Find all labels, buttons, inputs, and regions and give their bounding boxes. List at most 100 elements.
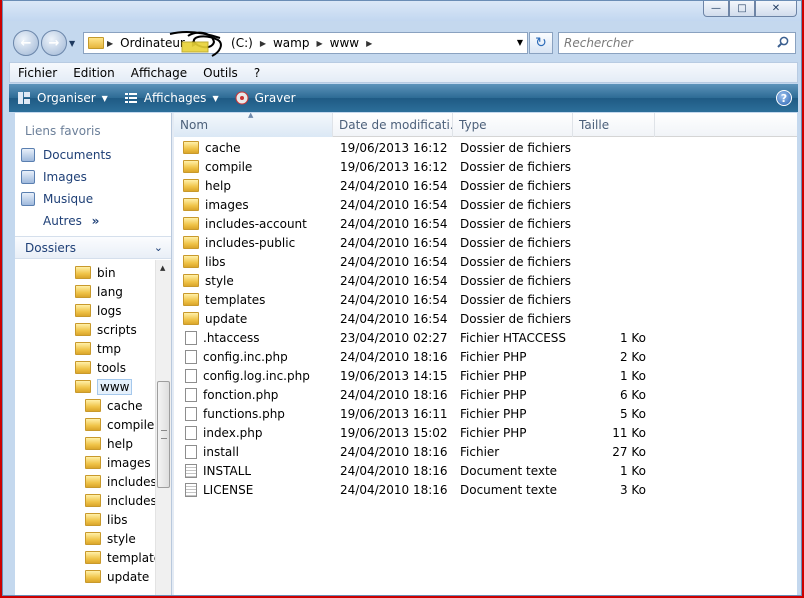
address-dropdown-icon[interactable]: ▼ bbox=[517, 38, 523, 47]
menu-view[interactable]: Affichage bbox=[123, 66, 195, 80]
breadcrumb-drive[interactable]: (C:) bbox=[201, 36, 257, 50]
table-row[interactable]: LICENSE 24/04/2010 18:16 Document texte 3 K… bbox=[174, 480, 797, 499]
folder-icon bbox=[85, 456, 101, 469]
file-name: includes-public bbox=[205, 235, 296, 250]
table-row[interactable]: update 24/04/2010 16:54 Dossier de fichier… bbox=[174, 309, 797, 328]
breadcrumb-wamp[interactable]: wamp bbox=[269, 36, 313, 50]
tree-item[interactable]: images bbox=[85, 453, 151, 472]
cell-name: images bbox=[183, 195, 333, 214]
minimize-button[interactable]: — bbox=[703, 1, 729, 17]
cell-date: 24/04/2010 16:54 bbox=[340, 273, 448, 288]
breadcrumb-computer[interactable]: Ordinateur bbox=[116, 36, 189, 50]
search-input[interactable] bbox=[559, 33, 769, 53]
forward-button[interactable]: → bbox=[41, 30, 67, 56]
search-icon[interactable] bbox=[777, 36, 789, 48]
column-type[interactable]: Type bbox=[453, 113, 573, 137]
column-size[interactable]: Taille bbox=[573, 113, 655, 137]
maximize-button[interactable]: □ bbox=[729, 1, 755, 17]
table-row[interactable]: index.php 19/06/2013 15:02 Fichier PHP 11 K… bbox=[174, 423, 797, 442]
explorer-window: — □ ✕ ← → ▼ ▶ Ordinateur ▶ (C:) ▶ wamp ▶… bbox=[2, 0, 802, 596]
cell-date: 19/06/2013 14:15 bbox=[340, 368, 448, 383]
caret-down-icon: ▼ bbox=[212, 93, 219, 103]
tree-item[interactable]: update bbox=[85, 567, 149, 586]
menu-file[interactable]: Fichier bbox=[10, 66, 65, 80]
views-button[interactable]: Affichages ▼ bbox=[116, 91, 227, 105]
tree-item[interactable]: compile bbox=[85, 415, 154, 434]
chevron-down-icon[interactable]: ⌄ bbox=[154, 241, 163, 254]
minimize-icon: — bbox=[711, 2, 721, 14]
table-row[interactable]: style 24/04/2010 16:54 Dossier de fichiers bbox=[174, 271, 797, 290]
tree-item[interactable]: www bbox=[75, 377, 133, 396]
organize-button[interactable]: Organiser ▼ bbox=[9, 91, 116, 105]
table-row[interactable]: cache 19/06/2013 16:12 Dossier de fichiers bbox=[174, 138, 797, 157]
column-name[interactable]: Nom ▲ bbox=[174, 113, 333, 137]
tree-item-label: update bbox=[107, 569, 150, 584]
favorite-music[interactable]: Musique bbox=[21, 190, 93, 208]
table-row[interactable]: includes-public 24/04/2010 16:54 Dossier d… bbox=[174, 233, 797, 252]
table-row[interactable]: functions.php 19/06/2013 16:11 Fichier PHP… bbox=[174, 404, 797, 423]
table-row[interactable]: fonction.php 24/04/2010 18:16 Fichier PHP 6… bbox=[174, 385, 797, 404]
tree-item[interactable]: bin bbox=[75, 263, 116, 282]
table-row[interactable]: INSTALL 24/04/2010 18:16 Document texte 1 K… bbox=[174, 461, 797, 480]
refresh-button[interactable]: ↻ bbox=[529, 32, 553, 54]
tree-item[interactable]: includes- bbox=[85, 491, 155, 510]
column-label: Type bbox=[459, 118, 487, 132]
chevron-right-icon[interactable]: ▶ bbox=[363, 39, 375, 48]
chevron-right-icon[interactable]: ▶ bbox=[104, 39, 116, 48]
title-bar[interactable]: — □ ✕ bbox=[3, 1, 801, 21]
history-dropdown-icon[interactable]: ▼ bbox=[69, 39, 75, 48]
cell-type: Dossier de fichiers bbox=[460, 159, 572, 174]
tree-item[interactable]: scripts bbox=[75, 320, 137, 339]
table-row[interactable]: libs 24/04/2010 16:54 Dossier de fichiers bbox=[174, 252, 797, 271]
back-button[interactable]: ← bbox=[13, 30, 39, 56]
menu-edit[interactable]: Edition bbox=[65, 66, 123, 80]
cell-size bbox=[580, 233, 646, 252]
table-row[interactable]: .htaccess 23/04/2010 02:27 Fichier HTACCES… bbox=[174, 328, 797, 347]
scrollbar-thumb[interactable] bbox=[157, 381, 170, 488]
folders-header[interactable]: Dossiers ⌄ bbox=[15, 237, 171, 259]
table-row[interactable]: images 24/04/2010 16:54 Dossier de fichier… bbox=[174, 195, 797, 214]
column-label: Nom bbox=[180, 118, 209, 132]
chevron-right-icon[interactable]: ▶ bbox=[313, 39, 325, 48]
table-row[interactable]: templates 24/04/2010 16:54 Dossier de fich… bbox=[174, 290, 797, 309]
menu-help[interactable]: ? bbox=[246, 66, 268, 80]
cell-size bbox=[580, 271, 646, 290]
tree-item[interactable]: lang bbox=[75, 282, 123, 301]
folder-icon bbox=[183, 217, 199, 230]
chevron-right-icon[interactable]: ▶ bbox=[257, 39, 269, 48]
column-date[interactable]: Date de modificati... bbox=[333, 113, 453, 137]
favorites-title: Liens favoris bbox=[25, 124, 101, 138]
favorite-documents[interactable]: Documents bbox=[21, 146, 111, 164]
table-row[interactable]: includes-account 24/04/2010 16:54 Dossier … bbox=[174, 214, 797, 233]
favorites-more-link[interactable]: Autres » bbox=[43, 214, 99, 228]
chevron-right-icon[interactable]: ▶ bbox=[189, 39, 201, 48]
table-row[interactable]: config.inc.php 24/04/2010 18:16 Fichier PH… bbox=[174, 347, 797, 366]
close-button[interactable]: ✕ bbox=[755, 1, 797, 17]
help-button[interactable]: ? bbox=[776, 90, 792, 106]
search-box[interactable] bbox=[558, 32, 796, 54]
burn-button[interactable]: Graver bbox=[227, 91, 304, 105]
tree-scrollbar[interactable]: ▲ bbox=[155, 260, 171, 595]
scroll-up-icon[interactable]: ▲ bbox=[160, 264, 165, 272]
table-row[interactable]: config.log.inc.php 19/06/2013 14:15 Fichie… bbox=[174, 366, 797, 385]
tree-item[interactable]: tmp bbox=[75, 339, 121, 358]
tree-item[interactable]: logs bbox=[75, 301, 122, 320]
tree-item-label: bin bbox=[97, 265, 116, 280]
menu-tools[interactable]: Outils bbox=[195, 66, 246, 80]
tree-item[interactable]: help bbox=[85, 434, 133, 453]
tree-item[interactable]: libs bbox=[85, 510, 128, 529]
table-row[interactable]: compile 19/06/2013 16:12 Dossier de fichie… bbox=[174, 157, 797, 176]
tree-item[interactable]: style bbox=[85, 529, 136, 548]
cell-name: libs bbox=[183, 252, 333, 271]
breadcrumb-www[interactable]: www bbox=[326, 36, 363, 50]
address-bar[interactable]: ▶ Ordinateur ▶ (C:) ▶ wamp ▶ www ▶ ▼ bbox=[83, 32, 528, 54]
tree-item[interactable]: cache bbox=[85, 396, 143, 415]
favorite-images[interactable]: Images bbox=[21, 168, 87, 186]
table-row[interactable]: install 24/04/2010 18:16 Fichier 27 Ko bbox=[174, 442, 797, 461]
tree-item[interactable]: includes- bbox=[85, 472, 155, 491]
file-name: templates bbox=[205, 292, 266, 307]
tree-item[interactable]: template bbox=[85, 548, 155, 567]
folder-icon bbox=[75, 361, 91, 374]
tree-item[interactable]: tools bbox=[75, 358, 126, 377]
table-row[interactable]: help 24/04/2010 16:54 Dossier de fichiers bbox=[174, 176, 797, 195]
